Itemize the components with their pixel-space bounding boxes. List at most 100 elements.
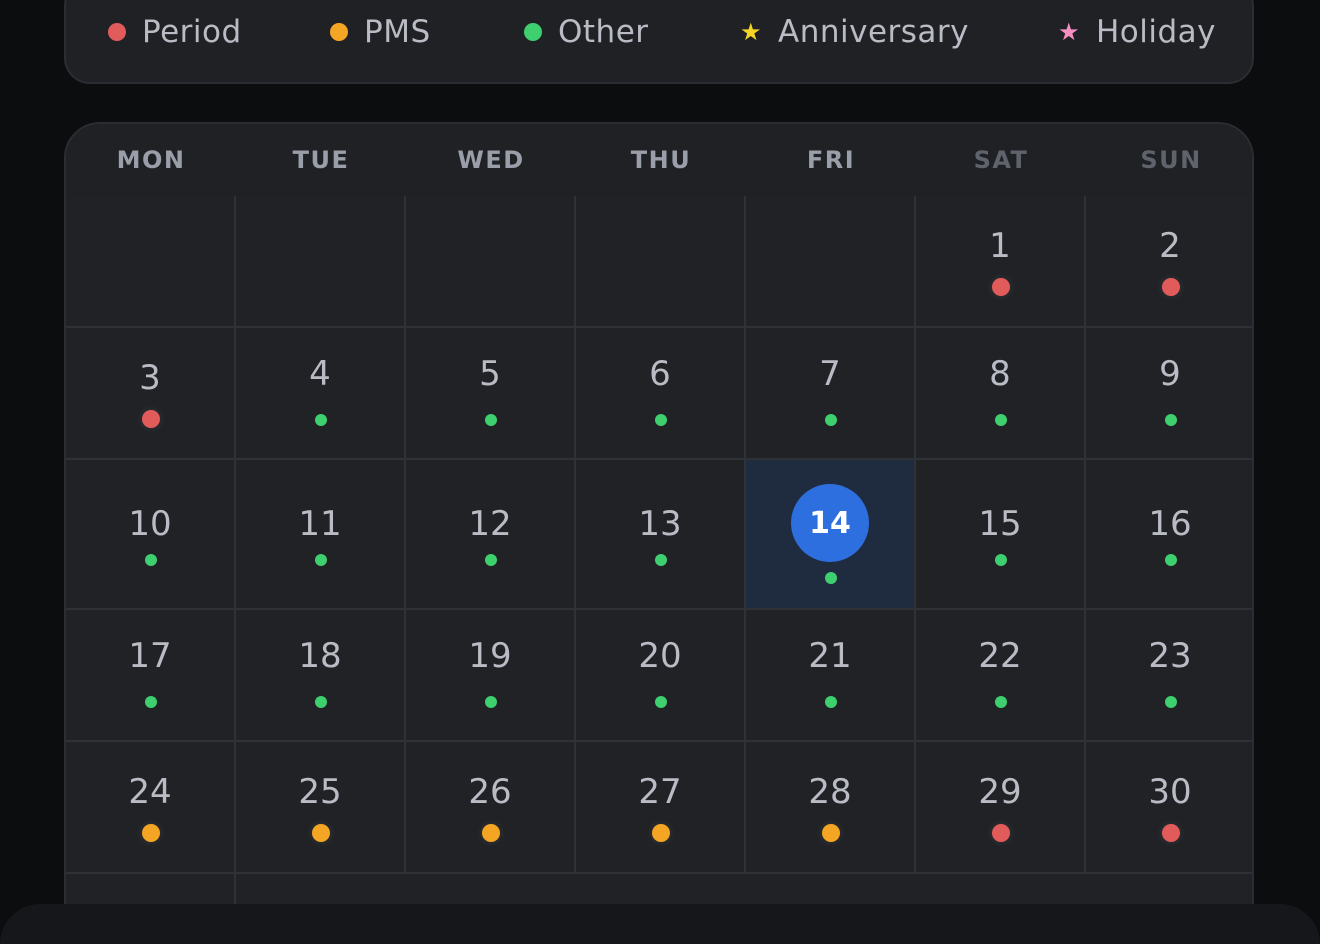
- day-cell[interactable]: 8: [916, 328, 1086, 460]
- legend-bar: Period PMS Other ★ Anniversary ★ Holiday: [64, 0, 1254, 84]
- pms-dot-icon: [330, 23, 348, 41]
- day-cell[interactable]: 26: [406, 742, 576, 874]
- day-cell[interactable]: 24: [66, 742, 236, 874]
- day-number: 1: [989, 226, 1011, 266]
- day-number: 23: [1148, 636, 1192, 676]
- day-number: 12: [468, 504, 512, 544]
- day-cell[interactable]: 9: [1086, 328, 1252, 460]
- day-cell[interactable]: 13: [576, 460, 746, 610]
- other-dot-icon: [485, 554, 497, 566]
- day-number: 19: [468, 636, 512, 676]
- legend-item-holiday: ★ Holiday: [1056, 12, 1216, 52]
- weekday-thu: THU: [630, 146, 692, 174]
- empty-day-cell: [406, 196, 576, 328]
- legend-label: Period: [142, 14, 242, 50]
- weekday-header: MON TUE WED THU FRI SAT SUN: [66, 124, 1252, 198]
- day-cell[interactable]: 27: [576, 742, 746, 874]
- star-icon: ★: [1057, 18, 1080, 46]
- period-dot-icon: [1162, 278, 1180, 296]
- day-cell[interactable]: 1: [916, 196, 1086, 328]
- pms-dot-icon: [652, 824, 670, 842]
- day-number: 24: [128, 772, 172, 812]
- other-dot-icon: [995, 554, 1007, 566]
- day-cell[interactable]: 5: [406, 328, 576, 460]
- day-number: 18: [298, 636, 342, 676]
- other-dot-icon: [1165, 696, 1177, 708]
- day-number: 9: [1159, 354, 1181, 394]
- day-number: 2: [1159, 226, 1181, 266]
- weekday-fri: FRI: [806, 146, 856, 174]
- bottom-sheet[interactable]: [0, 904, 1320, 944]
- pms-dot-icon: [142, 824, 160, 842]
- day-cell[interactable]: 25: [236, 742, 406, 874]
- legend-label: Holiday: [1096, 14, 1217, 50]
- day-cell[interactable]: 18: [236, 610, 406, 742]
- day-number: 21: [808, 636, 852, 676]
- other-dot-icon: [995, 696, 1007, 708]
- month-calendar: MON TUE WED THU FRI SAT SUN 1 2 3 4 5 6 7 8 9 10 11 12 13 1…: [64, 122, 1254, 942]
- day-number: 30: [1148, 772, 1192, 812]
- other-dot-icon: [485, 696, 497, 708]
- day-number: 13: [638, 504, 682, 544]
- day-cell[interactable]: 16: [1086, 460, 1252, 610]
- day-number: 15: [978, 504, 1022, 544]
- pms-dot-icon: [482, 824, 500, 842]
- day-cell[interactable]: 22: [916, 610, 1086, 742]
- day-cell[interactable]: 21: [746, 610, 916, 742]
- day-cell[interactable]: 10: [66, 460, 236, 610]
- day-cell[interactable]: 17: [66, 610, 236, 742]
- day-cell[interactable]: 15: [916, 460, 1086, 610]
- day-cell[interactable]: 23: [1086, 610, 1252, 742]
- day-number: 8: [989, 354, 1011, 394]
- other-dot-icon: [825, 414, 837, 426]
- day-number: 10: [128, 504, 172, 544]
- day-number: 7: [819, 354, 841, 394]
- legend-item-anniversary: ★ Anniversary: [738, 12, 969, 52]
- other-dot-icon: [315, 414, 327, 426]
- other-dot-icon: [1165, 554, 1177, 566]
- day-cell[interactable]: 28: [746, 742, 916, 874]
- weekday-mon: MON: [116, 146, 186, 174]
- other-dot-icon: [1165, 414, 1177, 426]
- other-dot-icon: [655, 696, 667, 708]
- period-dot-icon: [108, 23, 126, 41]
- day-cell-today[interactable]: 14: [746, 460, 916, 610]
- day-cell[interactable]: 2: [1086, 196, 1252, 328]
- day-cell[interactable]: 12: [406, 460, 576, 610]
- legend-label: PMS: [364, 14, 431, 50]
- weekday-tue: TUE: [292, 146, 350, 174]
- day-cell[interactable]: 4: [236, 328, 406, 460]
- legend-item-period: Period: [108, 12, 242, 52]
- day-cell[interactable]: 29: [916, 742, 1086, 874]
- pms-dot-icon: [822, 824, 840, 842]
- day-cell[interactable]: 11: [236, 460, 406, 610]
- day-cell[interactable]: 7: [746, 328, 916, 460]
- day-cell[interactable]: 19: [406, 610, 576, 742]
- day-cell[interactable]: 30: [1086, 742, 1252, 874]
- legend-label: Anniversary: [778, 14, 970, 50]
- weekday-sun: SUN: [1140, 146, 1202, 174]
- legend-label: Other: [558, 14, 649, 50]
- day-number: 22: [978, 636, 1022, 676]
- other-dot-icon: [315, 554, 327, 566]
- day-number: 3: [139, 358, 161, 398]
- day-number: 20: [638, 636, 682, 676]
- day-cell[interactable]: 3: [66, 328, 236, 460]
- day-cell[interactable]: 20: [576, 610, 746, 742]
- day-cell[interactable]: 6: [576, 328, 746, 460]
- day-number: 11: [298, 504, 342, 544]
- empty-day-cell: [236, 196, 406, 328]
- day-number: 26: [468, 772, 512, 812]
- day-number: 6: [649, 354, 671, 394]
- day-number: 27: [638, 772, 682, 812]
- weekday-wed: WED: [457, 146, 525, 174]
- star-icon: ★: [739, 18, 762, 46]
- other-dot-icon: [145, 554, 157, 566]
- day-number: 16: [1148, 504, 1192, 544]
- legend-item-pms: PMS: [330, 12, 431, 52]
- period-dot-icon: [992, 824, 1010, 842]
- day-number: 5: [479, 354, 501, 394]
- empty-day-cell: [66, 196, 236, 328]
- empty-day-cell: [576, 196, 746, 328]
- weekday-sat: SAT: [973, 146, 1029, 174]
